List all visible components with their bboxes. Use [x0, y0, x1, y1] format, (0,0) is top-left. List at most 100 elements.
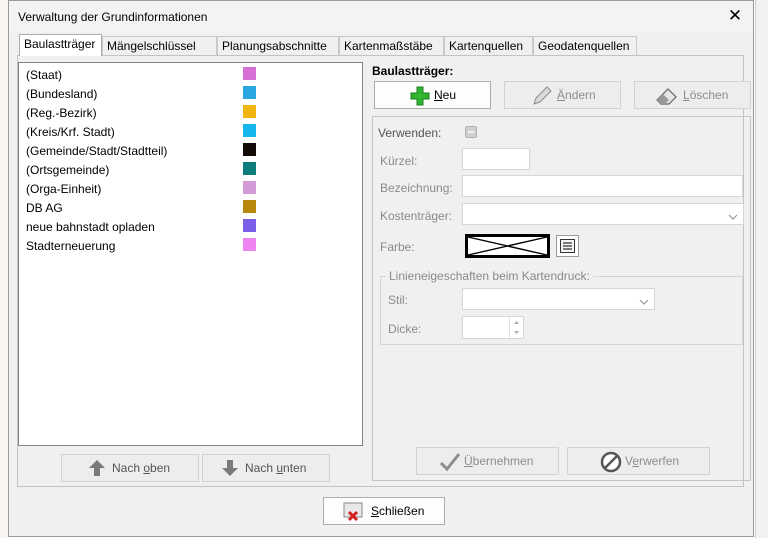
color-swatch: [243, 162, 256, 175]
label-part: ndern: [565, 88, 596, 102]
edit-button[interactable]: Ändern: [504, 81, 621, 109]
arrow-up-icon: [88, 459, 106, 486]
list-item[interactable]: (Ortsgemeinde): [26, 161, 109, 179]
color-preview: [465, 234, 550, 258]
no-entry-icon: [600, 451, 622, 482]
color-swatch: [243, 238, 256, 251]
list-item-label: (Bundesland): [26, 87, 98, 101]
indeterminate-mark: [468, 131, 474, 133]
verwenden-checkbox[interactable]: [465, 126, 477, 138]
pencil-icon: [531, 85, 553, 116]
close-icon[interactable]: ✕: [723, 5, 747, 27]
tab-label: Kartenquellen: [449, 39, 524, 53]
label-accel: S: [371, 504, 380, 518]
list-item-label: Stadterneuerung: [26, 239, 116, 253]
dicke-label: Dicke:: [388, 322, 422, 336]
delete-button[interactable]: Löschen: [634, 81, 751, 109]
label-part: nten: [283, 461, 307, 475]
label-part: Nach: [112, 461, 144, 475]
apply-button[interactable]: Übernehmen: [416, 447, 559, 475]
close-door-icon: [343, 502, 365, 531]
color-swatch: [243, 181, 256, 194]
label-part: rwerfen: [639, 454, 680, 468]
background-app-right: [755, 0, 768, 538]
kuerzel-label: Kürzel:: [380, 154, 418, 168]
plus-icon: [410, 86, 430, 115]
tab-baulasttraeger[interactable]: Baulastträger: [19, 34, 102, 56]
linien-group-label: Linieneigeschaften beim Kartendruck:: [386, 269, 593, 283]
tab-kartenquellen[interactable]: Kartenquellen: [444, 36, 533, 55]
list-item[interactable]: (Kreis/Krf. Stadt): [26, 123, 115, 141]
linien-group: [380, 276, 743, 345]
label-part: bernehmen: [472, 454, 534, 468]
close-button[interactable]: Schließen: [323, 497, 445, 525]
list-item[interactable]: (Bundesland): [26, 85, 97, 103]
baulasttraeger-list[interactable]: (Staat) (Bundesland) (Reg.-Bezirk) (Krei…: [18, 62, 363, 446]
tab-label: Mängelschlüssel: [107, 39, 196, 53]
color-swatch: [243, 143, 256, 156]
list-item[interactable]: (Staat): [26, 66, 62, 84]
list-item-label: (Staat): [26, 68, 63, 82]
tab-maengelschluessel[interactable]: Mängelschlüssel: [102, 36, 217, 55]
list-item-label: (Kreis/Krf. Stadt): [26, 125, 115, 139]
color-swatch: [243, 67, 256, 80]
tab-label: Kartenmaßstäbe: [344, 39, 433, 53]
tab-label: Planungsabschnitte: [222, 39, 327, 53]
farbe-label: Farbe:: [380, 240, 415, 254]
color-picker-button[interactable]: [556, 235, 579, 257]
kostentraeger-select[interactable]: [462, 203, 744, 225]
label-part: öschen: [689, 88, 729, 102]
color-picker-icon: [560, 239, 575, 256]
no-color-cross: [467, 236, 548, 256]
arrow-down-icon: [221, 459, 239, 486]
bezeichnung-field[interactable]: [462, 175, 743, 197]
color-swatch: [243, 105, 256, 118]
eraser-icon: [655, 85, 679, 116]
label-part: Nach: [245, 461, 277, 475]
tab-geodatenquellen[interactable]: Geodatenquellen: [533, 36, 637, 55]
label-part: chließen: [379, 504, 425, 518]
color-swatch: [243, 219, 256, 232]
discard-button[interactable]: Verwerfen: [567, 447, 710, 475]
list-item[interactable]: (Orga-Einheit): [26, 180, 101, 198]
list-item-label: neue bahnstadt opladen: [26, 220, 155, 234]
list-item[interactable]: neue bahnstadt opladen: [26, 218, 155, 236]
list-item[interactable]: Stadterneuerung: [26, 237, 115, 255]
stil-select[interactable]: [462, 288, 655, 310]
tab-kartenmassstaebe[interactable]: Kartenmaßstäbe: [339, 36, 444, 55]
chevron-down-icon: [728, 210, 738, 224]
label-accel: Ä: [557, 88, 566, 102]
list-item-label: (Gemeinde/Stadt/Stadtteil): [26, 144, 168, 158]
dialog-window: Verwaltung der Grundinformationen ✕ Baul…: [8, 0, 754, 537]
tab-label: Geodatenquellen: [538, 39, 630, 53]
label-accel: N: [434, 88, 443, 102]
chevron-down-icon: [639, 295, 649, 309]
list-item-label: (Orga-Einheit): [26, 182, 102, 196]
label-accel: L: [683, 88, 690, 102]
label-accel: Ü: [464, 454, 473, 468]
list-item[interactable]: DB AG: [26, 199, 63, 217]
dicke-stepper[interactable]: [462, 316, 524, 339]
verwenden-label: Verwenden:: [378, 126, 442, 140]
label-part: ben: [150, 461, 171, 475]
stil-label: Stil:: [388, 293, 409, 307]
stepper-buttons[interactable]: [509, 317, 523, 338]
label-part: eu: [442, 88, 457, 102]
color-swatch: [243, 86, 256, 99]
kuerzel-field[interactable]: [462, 148, 530, 170]
color-swatch: [243, 200, 256, 213]
title-bar: Verwaltung der Grundinformationen ✕: [9, 1, 753, 32]
color-swatch: [243, 124, 256, 137]
section-title: Baulastträger:: [372, 64, 454, 78]
dialog-title: Verwaltung der Grundinformationen: [18, 10, 208, 24]
kostentraeger-label: Kostenträger:: [380, 209, 453, 223]
list-item-label: (Ortsgemeinde): [26, 163, 110, 177]
checkmark-icon: [439, 451, 461, 482]
list-item[interactable]: (Gemeinde/Stadt/Stadtteil): [26, 142, 167, 160]
move-down-button[interactable]: Nach unten: [202, 454, 330, 482]
tab-label: Baulastträger: [24, 37, 96, 51]
move-up-button[interactable]: Nach oben: [61, 454, 199, 482]
tab-planungsabschnitte[interactable]: Planungsabschnitte: [217, 36, 339, 55]
new-button[interactable]: Neu: [374, 81, 491, 109]
list-item[interactable]: (Reg.-Bezirk): [26, 104, 97, 122]
